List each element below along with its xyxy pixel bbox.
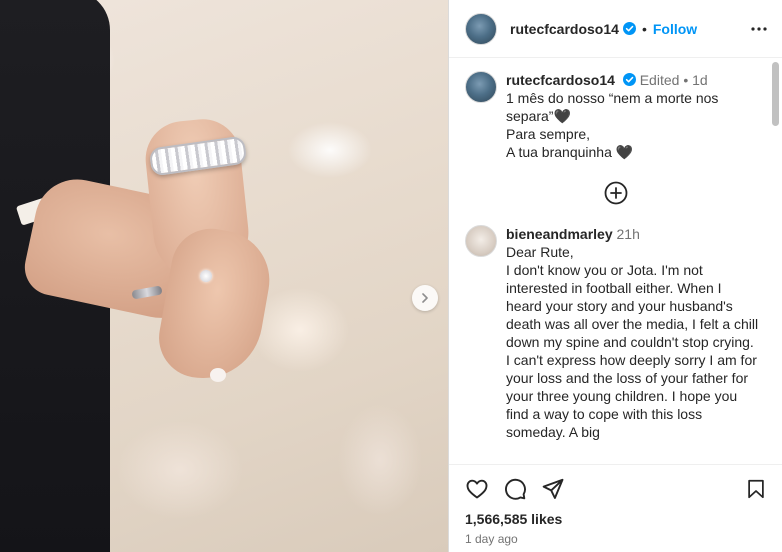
avatar[interactable] — [465, 12, 497, 45]
scrollbar[interactable] — [772, 62, 779, 458]
comment-text-line: I don't know you or Jota. I'm not intere… — [506, 262, 763, 440]
caption-text-line: A tua branquinha 🖤 — [506, 144, 634, 160]
post-timestamp[interactable]: 1 day ago — [465, 532, 767, 546]
chevron-right-icon — [422, 293, 428, 303]
scrollbar-thumb[interactable] — [772, 62, 779, 126]
load-more-comments-button[interactable] — [465, 181, 767, 205]
separator-dot: • — [683, 72, 689, 88]
follow-button[interactable]: Follow — [653, 21, 697, 37]
comments-scroll-area[interactable]: rutecfcardoso14 Edited • 1d 1 mês do nos… — [449, 59, 782, 463]
caption-username[interactable]: rutecfcardoso14 — [506, 72, 615, 88]
post-header: rutecfcardoso14 • Follow — [449, 0, 782, 58]
comment-text-line: Dear Rute, — [506, 244, 574, 260]
comment-age[interactable]: 21h — [617, 226, 640, 242]
post-actions: 1,566,585 likes 1 day ago — [449, 464, 782, 552]
like-button[interactable] — [465, 477, 489, 501]
post-photo[interactable] — [0, 0, 448, 552]
next-photo-button[interactable] — [412, 285, 438, 311]
more-options-icon — [751, 26, 767, 31]
comment-body: bieneandmarley 21h Dear Rute, I don't kn… — [506, 225, 759, 441]
save-button[interactable] — [745, 478, 767, 500]
comment-username[interactable]: bieneandmarley — [506, 226, 613, 242]
comment-icon — [505, 478, 526, 500]
share-icon — [542, 478, 564, 499]
likes-count[interactable]: 1,566,585 likes — [465, 511, 767, 527]
engagement-ring — [200, 270, 212, 282]
action-bar — [465, 477, 767, 501]
post-details-panel: rutecfcardoso14 • Follow rutecfcardoso14… — [448, 0, 782, 552]
caption-age[interactable]: 1d — [692, 72, 708, 88]
bookmark-icon — [748, 479, 764, 499]
verified-badge-icon — [622, 73, 636, 86]
caption-text-line: 1 mês do nosso “nem a morte nos separa”🖤 — [506, 90, 723, 124]
header-username[interactable]: rutecfcardoso14 — [510, 21, 619, 37]
caption-text-line: Para sempre, — [506, 126, 591, 142]
more-options-button[interactable] — [750, 20, 768, 38]
avatar[interactable] — [465, 71, 497, 103]
caption-body: rutecfcardoso14 Edited • 1d 1 mês do nos… — [506, 71, 759, 161]
fingernail — [210, 368, 226, 382]
share-button[interactable] — [541, 477, 565, 501]
plus-circle-icon — [604, 181, 628, 205]
list-item: bieneandmarley 21h Dear Rute, I don't kn… — [465, 225, 767, 441]
verified-badge-icon — [622, 22, 636, 35]
edited-label: Edited — [639, 72, 680, 88]
heart-icon — [466, 479, 488, 499]
caption: rutecfcardoso14 Edited • 1d 1 mês do nos… — [465, 71, 767, 161]
avatar[interactable] — [465, 225, 497, 257]
comment-button[interactable] — [503, 477, 527, 501]
separator-dot: • — [641, 20, 647, 37]
